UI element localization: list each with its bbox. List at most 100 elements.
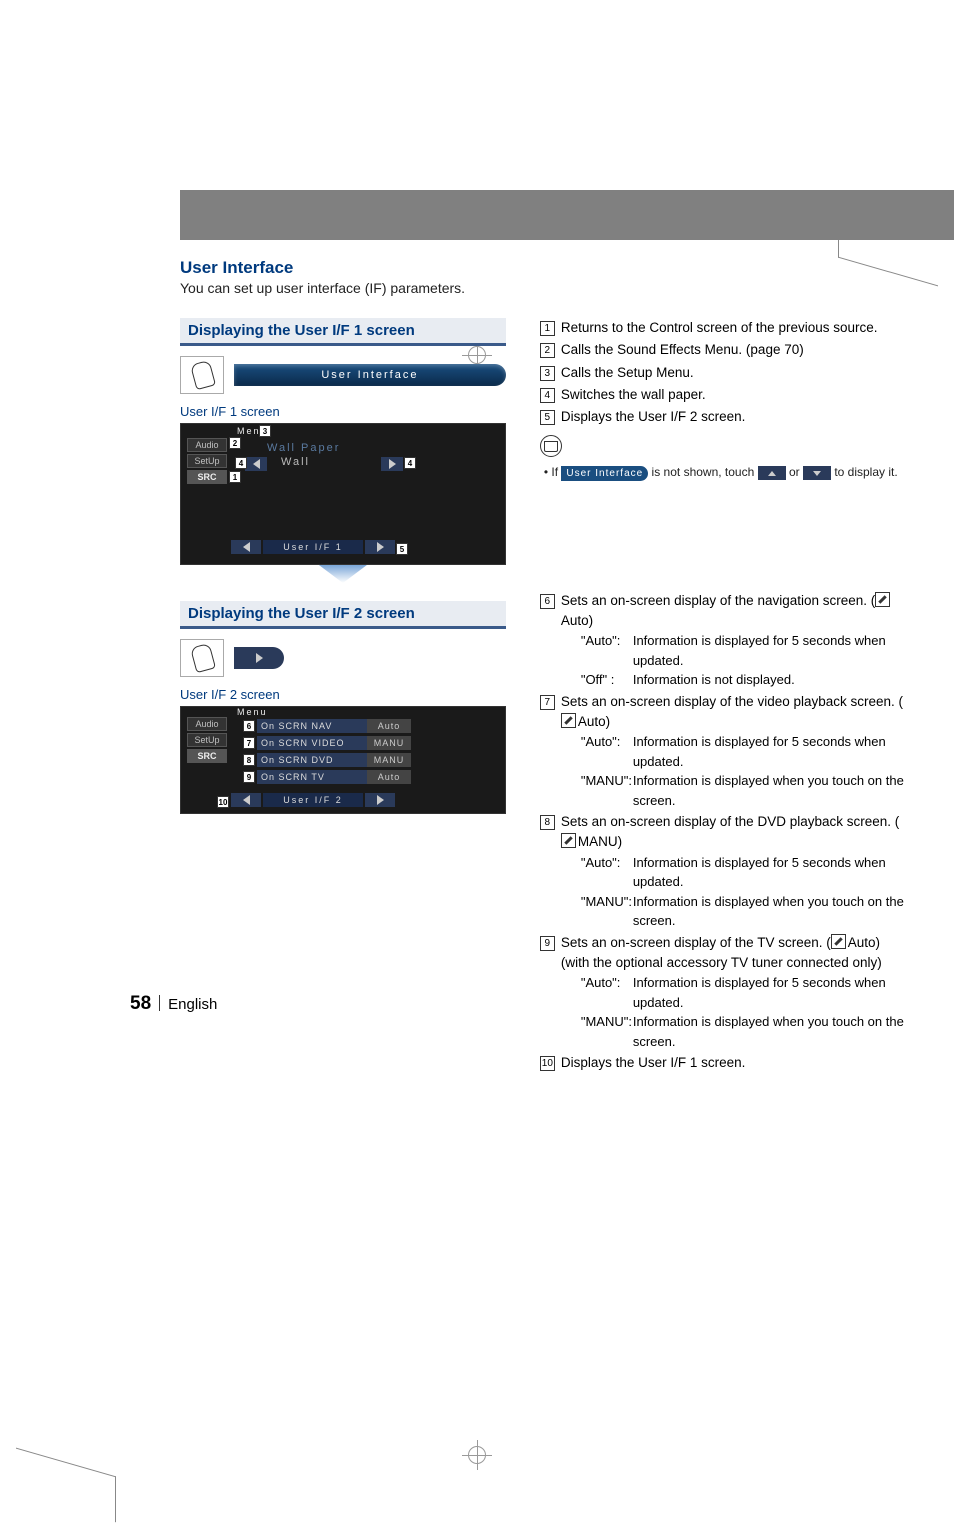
list-item: 6 Sets an on-screen display of the naviga… <box>540 591 904 690</box>
screen2-label: User I/F 2 screen <box>180 687 506 702</box>
continue-arrow-icon <box>223 565 463 583</box>
footer-right-button[interactable] <box>365 540 395 554</box>
section-title: User Interface <box>180 258 904 278</box>
callout-4a: 4 <box>235 457 247 469</box>
section-subtitle: You can set up user interface (IF) param… <box>180 280 904 296</box>
screen2-preview: Audio SetUp SRC Menu 6On SCRN NAVAuto 7On… <box>180 706 506 814</box>
callout-number: 6 <box>540 594 555 609</box>
touch-icon <box>180 356 224 394</box>
callout-text: Displays the User I/F 2 screen. <box>561 407 746 427</box>
callout-list-2: 6 Sets an on-screen display of the naviga… <box>540 591 904 1074</box>
callout-text: Calls the Setup Menu. <box>561 363 694 383</box>
menu-label: Menu <box>237 707 268 717</box>
definition: "MANU":Information is displayed when you… <box>581 771 904 810</box>
chevron-left-icon <box>253 459 260 469</box>
callout-number: 9 <box>540 936 555 951</box>
touch-icon <box>180 639 224 677</box>
callout-number: 9 <box>243 771 255 783</box>
list-item: 5 Displays the User I/F 2 screen. <box>540 407 904 427</box>
definition: "MANU":Information is displayed when you… <box>581 892 904 931</box>
row-value: Auto <box>367 719 411 733</box>
callout-number: 6 <box>243 720 255 732</box>
footer-left-button[interactable] <box>231 540 261 554</box>
callout-text: Switches the wall paper. <box>561 385 706 405</box>
up-button[interactable] <box>758 466 786 480</box>
callout-10: 10 <box>217 796 229 808</box>
pen-icon <box>875 592 890 607</box>
page-number: 58 <box>130 993 151 1014</box>
footer-label: User I/F 1 <box>263 540 363 554</box>
callout-number: 2 <box>540 343 555 358</box>
callout-number: 8 <box>540 815 555 830</box>
list-item: 2 Calls the Sound Effects Menu. (page 70) <box>540 340 904 360</box>
user-interface-button[interactable]: User Interface <box>561 466 648 481</box>
list-item: 8 Sets an on-screen display of the DVD pl… <box>540 812 904 931</box>
definition: "Auto":Information is displayed for 5 se… <box>581 732 904 771</box>
callout-number: 3 <box>540 366 555 381</box>
footer-right-button[interactable] <box>365 793 395 807</box>
menu-row[interactable]: 7On SCRN VIDEOMANU <box>243 736 411 750</box>
row-label: On SCRN DVD <box>257 753 367 767</box>
tab-setup[interactable]: SetUp <box>187 454 227 468</box>
menu-row[interactable]: 6On SCRN NAVAuto <box>243 719 411 733</box>
chevron-up-icon <box>768 471 776 476</box>
list-item: 7 Sets an on-screen display of the video … <box>540 692 904 811</box>
pen-icon <box>561 833 576 848</box>
chevron-right-icon <box>256 653 263 663</box>
callout-3: 3 <box>259 425 271 437</box>
callout-list-1: 1 Returns to the Control screen of the pr… <box>540 318 904 427</box>
definition: "Off" :Information is not displayed. <box>581 670 904 690</box>
note-text: • If User Interface is not shown, touch … <box>544 465 904 480</box>
callout-text: Sets an on-screen display of the DVD pla… <box>561 812 904 853</box>
header-bar <box>180 190 954 240</box>
row-value: MANU <box>367 736 411 750</box>
callout-text: Returns to the Control screen of the pre… <box>561 318 878 338</box>
tab-audio[interactable]: Audio <box>187 717 227 731</box>
row-label: On SCRN VIDEO <box>257 736 367 750</box>
callout-1: 1 <box>229 471 241 483</box>
wall-value: Wall <box>281 456 331 468</box>
callout-2: 2 <box>229 437 241 449</box>
definition: "Auto":Information is displayed for 5 se… <box>581 973 904 1012</box>
footer-left-button[interactable] <box>231 793 261 807</box>
callout-text: Sets an on-screen display of the TV scre… <box>561 933 904 974</box>
arrow-right-button[interactable] <box>381 457 403 471</box>
tab-audio[interactable]: Audio <box>187 438 227 452</box>
screen1-label: User I/F 1 screen <box>180 404 506 419</box>
footer-label: User I/F 2 <box>263 793 363 807</box>
user-interface-button[interactable]: User Interface <box>234 364 506 386</box>
screen1-preview: Audio SetUp SRC Menu Wall Paper Wall Use… <box>180 423 506 565</box>
panel1-heading: Displaying the User I/F 1 screen <box>180 318 506 346</box>
callout-text: Calls the Sound Effects Menu. (page 70) <box>561 340 804 360</box>
callout-number: 8 <box>243 754 255 766</box>
callout-text: Sets an on-screen display of the navigat… <box>561 591 904 632</box>
definition: "Auto":Information is displayed for 5 se… <box>581 853 904 892</box>
callout-number: 7 <box>540 695 555 710</box>
row-label: On SCRN NAV <box>257 719 367 733</box>
callout-number: 10 <box>540 1056 555 1071</box>
callout-number: 4 <box>540 388 555 403</box>
callout-number: 1 <box>540 321 555 336</box>
tab-src[interactable]: SRC <box>187 749 227 763</box>
row-label: On SCRN TV <box>257 770 367 784</box>
list-item: 10 Displays the User I/F 1 screen. <box>540 1053 904 1073</box>
note-icon <box>540 435 562 457</box>
tab-setup[interactable]: SetUp <box>187 733 227 747</box>
menu-row[interactable]: 8On SCRN DVDMANU <box>243 753 411 767</box>
pen-icon <box>831 934 846 949</box>
menu-row[interactable]: 9On SCRN TVAuto <box>243 770 411 784</box>
callout-number: 5 <box>540 410 555 425</box>
callout-4b: 4 <box>404 457 416 469</box>
panel2-heading: Displaying the User I/F 2 screen <box>180 601 506 629</box>
tab-src[interactable]: SRC <box>187 470 227 484</box>
list-item: 3 Calls the Setup Menu. <box>540 363 904 383</box>
definition: "MANU":Information is displayed when you… <box>581 1012 904 1051</box>
callout-text: Displays the User I/F 1 screen. <box>561 1053 904 1073</box>
page-footer: 58English <box>130 993 217 1015</box>
next-button[interactable] <box>234 647 284 669</box>
chevron-right-icon <box>389 459 396 469</box>
down-button[interactable] <box>803 466 831 480</box>
arrow-left-button[interactable] <box>245 457 267 471</box>
row-value: MANU <box>367 753 411 767</box>
callout-text: Sets an on-screen display of the video p… <box>561 692 904 733</box>
